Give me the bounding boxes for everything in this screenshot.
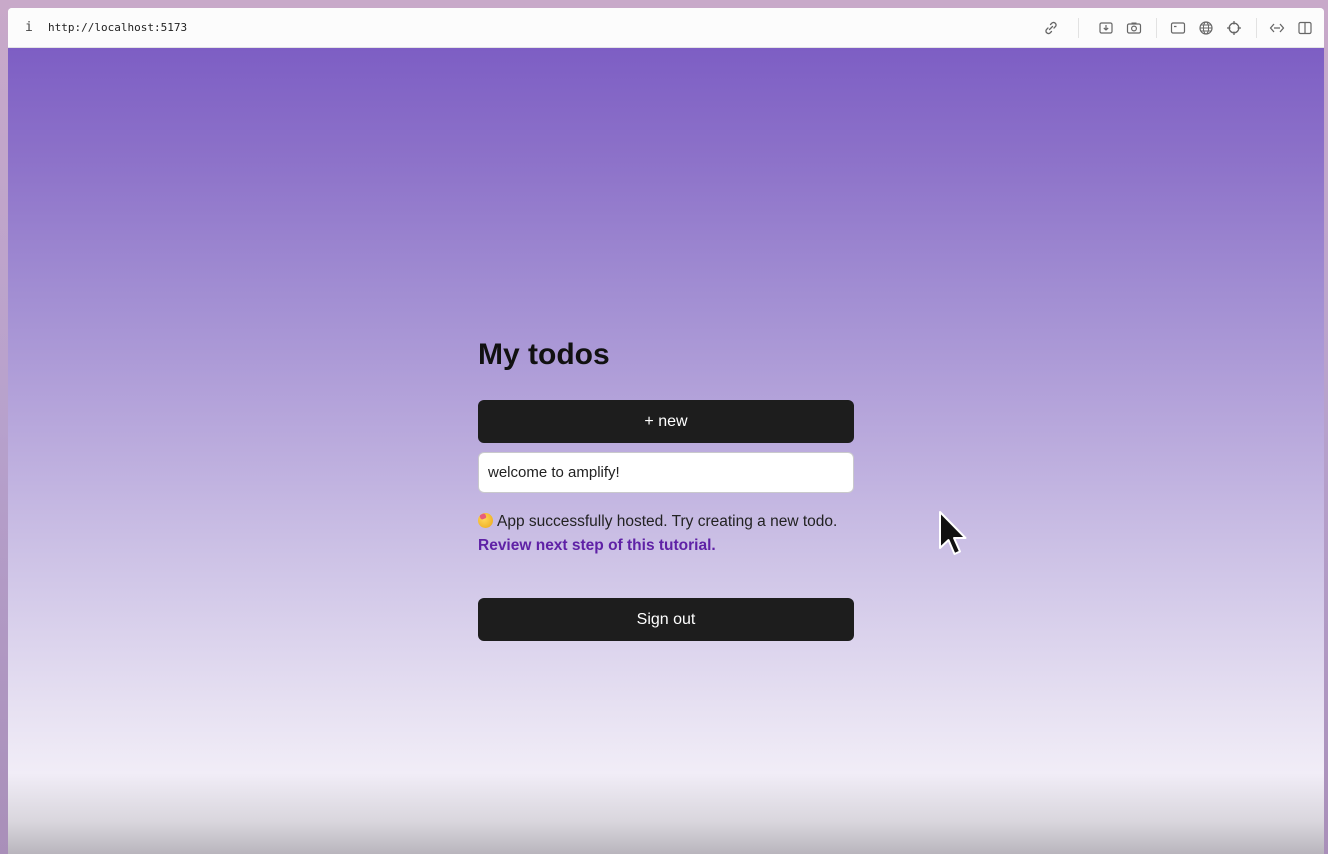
crosshair-icon[interactable] (1225, 19, 1243, 37)
party-emoji-icon (478, 513, 493, 528)
hosted-message: App successfully hosted. Try creating a … (478, 513, 858, 531)
link-icon[interactable] (1042, 19, 1060, 37)
browser-window: i http://localhost:5173 My todos + new w… (8, 8, 1324, 854)
app-page: My todos + new welcome to amplify! App s… (8, 48, 1324, 854)
page-title: My todos (478, 338, 610, 371)
tutorial-link[interactable]: Review next step of this tutorial. (478, 537, 716, 555)
split-view-icon[interactable] (1296, 19, 1314, 37)
toolbar-divider (1156, 18, 1157, 38)
browser-toolbar: i http://localhost:5173 (8, 8, 1324, 48)
camera-icon[interactable] (1125, 19, 1143, 37)
new-todo-button[interactable]: + new (478, 400, 854, 443)
terminal-icon[interactable] (1169, 19, 1187, 37)
todo-list-item[interactable]: welcome to amplify! (478, 452, 854, 493)
globe-icon[interactable] (1197, 19, 1215, 37)
toolbar-divider (1256, 18, 1257, 38)
toolbar-divider (1078, 18, 1079, 38)
sign-out-button[interactable]: Sign out (478, 598, 854, 641)
download-icon[interactable] (1097, 19, 1115, 37)
code-icon[interactable] (1268, 19, 1286, 37)
hosted-message-text: App successfully hosted. Try creating a … (497, 513, 838, 530)
info-icon[interactable]: i (25, 20, 33, 35)
desktop-frame: i http://localhost:5173 My todos + new w… (0, 0, 1328, 854)
address-bar[interactable]: http://localhost:5173 (48, 21, 187, 34)
mouse-cursor-icon (939, 511, 967, 555)
